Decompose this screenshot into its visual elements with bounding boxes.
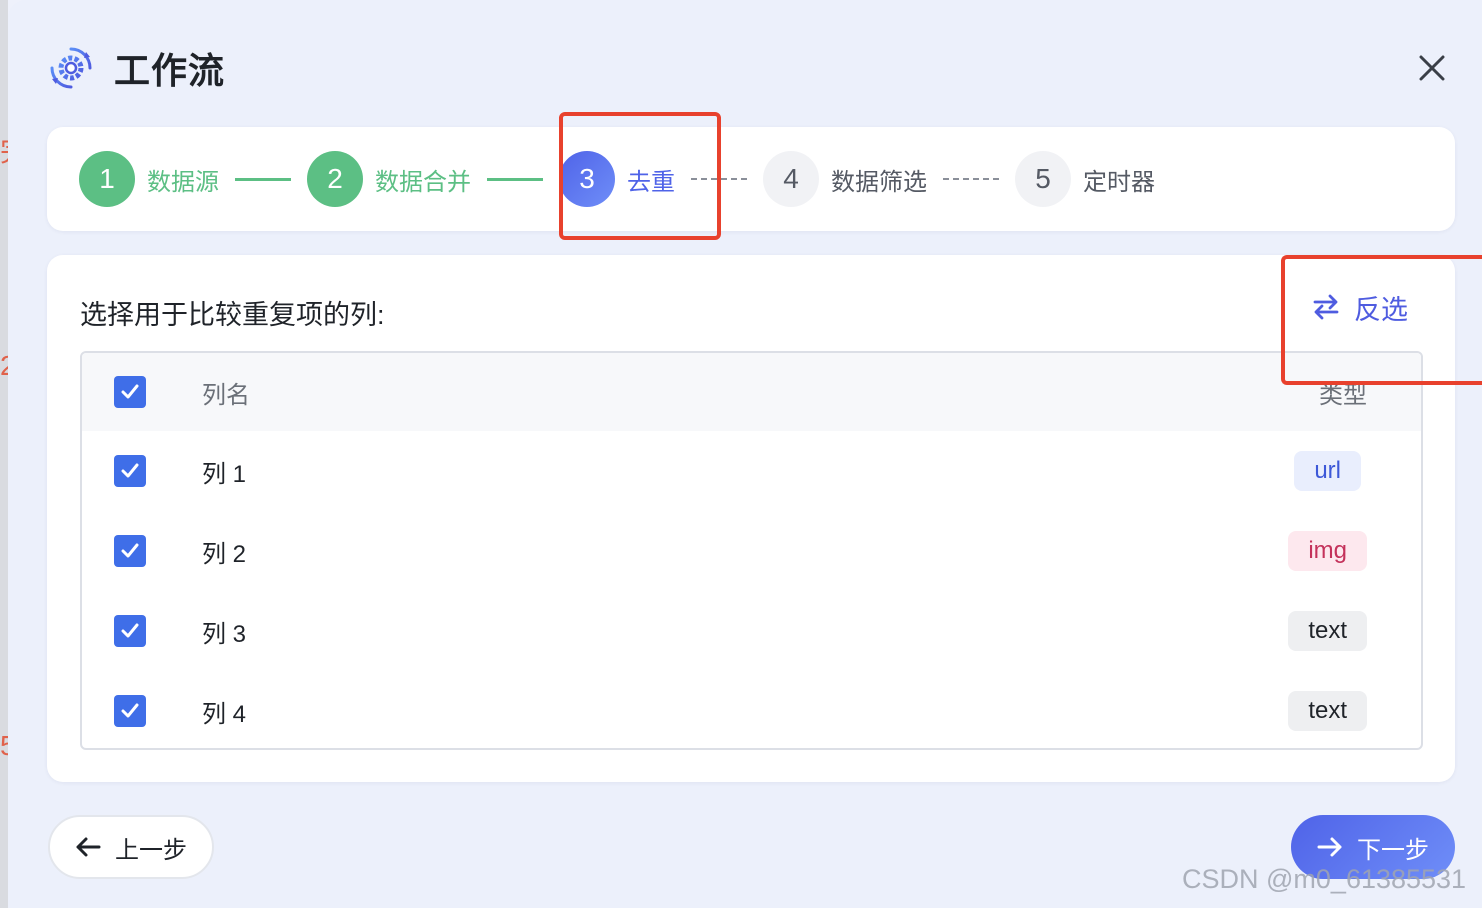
step-label: 数据源 bbox=[147, 168, 219, 196]
type-tag: text bbox=[1288, 691, 1367, 731]
row-checkbox[interactable] bbox=[114, 455, 146, 487]
step-connector bbox=[487, 178, 543, 181]
table-row[interactable]: 列 3 text bbox=[82, 591, 1421, 671]
check-icon bbox=[121, 463, 139, 478]
previous-step-button[interactable]: 上一步 bbox=[48, 815, 214, 879]
type-tag: text bbox=[1288, 611, 1367, 651]
next-step-label: 下一步 bbox=[1357, 836, 1429, 864]
check-icon bbox=[121, 384, 139, 399]
arrow-right-icon bbox=[1317, 837, 1342, 857]
section-title: 选择用于比较重复项的列: bbox=[80, 300, 385, 330]
table-row[interactable]: 列 2 img bbox=[82, 511, 1421, 591]
close-icon bbox=[1419, 55, 1445, 81]
row-checkbox[interactable] bbox=[114, 615, 146, 647]
step-data-source[interactable]: 1 数据源 bbox=[79, 151, 219, 207]
type-tag: url bbox=[1294, 451, 1361, 491]
step-dedupe[interactable]: 3 去重 bbox=[559, 151, 675, 207]
step-connector bbox=[943, 178, 999, 180]
step-label: 数据合并 bbox=[375, 168, 471, 196]
background-glyph: 完 bbox=[0, 130, 8, 170]
dialog-header: 工作流 bbox=[48, 40, 225, 96]
step-number: 4 bbox=[763, 151, 819, 207]
row-column-name: 列 2 bbox=[202, 540, 247, 568]
background-glyph: 5 bbox=[0, 730, 8, 761]
stepper: 1 数据源 2 数据合并 3 去重 4 数据筛选 5 定时器 bbox=[47, 127, 1455, 231]
background-glyph: 2 bbox=[0, 350, 8, 381]
step-label: 定时器 bbox=[1083, 168, 1155, 196]
row-checkbox[interactable] bbox=[114, 695, 146, 727]
step-data-filter[interactable]: 4 数据筛选 bbox=[763, 151, 927, 207]
step-number: 2 bbox=[307, 151, 363, 207]
row-column-name: 列 1 bbox=[202, 460, 247, 488]
invert-selection-label: 反选 bbox=[1354, 294, 1408, 325]
row-column-name: 列 4 bbox=[202, 700, 247, 728]
column-name-header: 列名 bbox=[202, 381, 250, 409]
select-all-checkbox[interactable] bbox=[114, 376, 146, 408]
previous-step-label: 上一步 bbox=[115, 836, 187, 864]
gear-cycle-icon bbox=[48, 45, 94, 91]
arrow-left-icon bbox=[76, 837, 101, 857]
swap-arrows-icon bbox=[1313, 294, 1339, 320]
row-column-name: 列 3 bbox=[202, 620, 247, 648]
step-number: 5 bbox=[1015, 151, 1071, 207]
column-type-header: 类型 bbox=[1319, 381, 1367, 409]
step-connector bbox=[235, 178, 291, 181]
step-timer[interactable]: 5 定时器 bbox=[1015, 151, 1155, 207]
background-app-strip: 完 2 5 bbox=[0, 0, 8, 908]
type-tag: img bbox=[1288, 531, 1367, 571]
step-label: 去重 bbox=[627, 168, 675, 196]
check-icon bbox=[121, 623, 139, 638]
table-row[interactable]: 列 1 url bbox=[82, 431, 1421, 511]
workflow-dialog: 工作流 1 数据源 2 数据合并 3 去重 4 数据筛选 5 定时器 选择用于比… bbox=[8, 0, 1482, 908]
invert-selection-button[interactable]: 反选 bbox=[1312, 287, 1408, 327]
column-selection-panel: 选择用于比较重复项的列: 反选 列名 类型 列 1 url 列 2 img 列 … bbox=[47, 255, 1455, 782]
columns-table: 列名 类型 列 1 url 列 2 img 列 3 text 列 4 text bbox=[80, 351, 1423, 750]
step-data-merge[interactable]: 2 数据合并 bbox=[307, 151, 471, 207]
step-number: 3 bbox=[559, 151, 615, 207]
table-header: 列名 类型 bbox=[82, 353, 1421, 431]
watermark: CSDN @m0_61385531 bbox=[1182, 864, 1467, 894]
table-row[interactable]: 列 4 text bbox=[82, 671, 1421, 748]
step-label: 数据筛选 bbox=[831, 168, 927, 196]
row-checkbox[interactable] bbox=[114, 535, 146, 567]
check-icon bbox=[121, 543, 139, 558]
dialog-title: 工作流 bbox=[114, 50, 226, 91]
check-icon bbox=[121, 703, 139, 718]
close-button[interactable] bbox=[1412, 48, 1452, 88]
step-connector bbox=[691, 178, 747, 180]
step-number: 1 bbox=[79, 151, 135, 207]
